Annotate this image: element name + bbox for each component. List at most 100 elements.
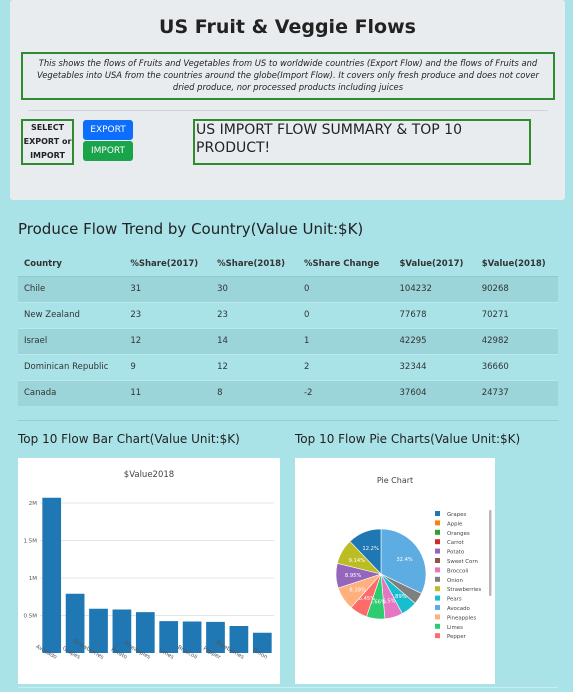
divider (28, 110, 548, 111)
legend-label: Carrot (447, 540, 464, 546)
table-row: New Zealand 23 23 0 77678 70271 (18, 302, 558, 328)
slice-label: 9.14% (349, 558, 366, 564)
legend-swatch (435, 614, 440, 620)
chart-title: $Value2018 (124, 470, 174, 480)
legend-label: Pineapples (447, 615, 476, 621)
summary-title: US IMPORT FLOW SUMMARY & TOP 10 PRODUCT! (193, 119, 531, 165)
legend-swatch (435, 520, 440, 526)
table-row: Canada 11 8 -2 37604 24737 (18, 380, 558, 406)
table-cell: Chile (24, 284, 46, 294)
table-cell: 9 (130, 362, 136, 372)
legend-swatch (435, 623, 440, 629)
column-header[interactable]: %Share(2018) (211, 252, 298, 277)
table-cell: 42982 (481, 336, 509, 346)
legend-swatch (435, 595, 440, 601)
y-tick-label: 1M (29, 576, 37, 582)
table-header-row: Country %Share(2017) %Share(2018) %Share… (18, 252, 558, 277)
trend-table: Country %Share(2017) %Share(2018) %Share… (18, 252, 558, 406)
trend-title: Produce Flow Trend by Country(Value Unit… (18, 220, 364, 238)
slice-label: 32.4% (396, 557, 413, 563)
column-header[interactable]: %Share Change (297, 252, 394, 277)
legend-swatch (435, 567, 440, 573)
legend-label: Avocado (447, 606, 470, 612)
column-header[interactable]: $Value(2017) (393, 252, 476, 277)
slice-label: 8.39% (349, 587, 366, 593)
bar-chart-card: $Value2018 2M 1.5M 1M 0.5M Avocado Grapes Straw… (18, 458, 280, 684)
slice-label: 6.45% (359, 596, 376, 602)
legend-label: Broccoli (447, 568, 468, 574)
table-cell: 0 (303, 310, 310, 320)
table-cell: 0 (303, 284, 310, 294)
table-cell: 90268 (481, 284, 509, 294)
legend-swatch (435, 529, 440, 535)
table-cell: 11 (130, 388, 142, 399)
legend-swatch (435, 548, 440, 554)
y-tick-label: 0.5M (24, 614, 38, 620)
table-cell: 24737 (481, 388, 509, 399)
divider (18, 420, 558, 421)
legend-label: Potato (447, 550, 464, 556)
bar (135, 612, 155, 653)
legend-swatch (435, 576, 440, 582)
y-tick-label: 2M (29, 501, 37, 507)
table-cell: Dominican Republic (24, 362, 109, 372)
legend-label: Onion (447, 578, 463, 584)
select-label-line: EXPORT or (23, 137, 72, 146)
table-cell: 12 (130, 336, 142, 346)
legend-label: Strawberries (447, 587, 481, 593)
table-cell: 23 (130, 310, 142, 320)
table-cell: 32344 (399, 362, 427, 372)
legend-swatch (435, 633, 440, 639)
table-row: Chile 31 30 0 104232 90268 (18, 276, 558, 302)
bar-chart-title: Top 10 Flow Bar Chart(Value Unit:$K) (18, 432, 240, 446)
table-cell: 14 (217, 336, 228, 346)
import-button[interactable]: IMPORT (83, 141, 133, 161)
table-cell: 12 (217, 362, 228, 372)
table-cell: 31 (130, 284, 142, 294)
table-cell: 8 (217, 388, 223, 399)
export-button[interactable]: EXPORT (83, 120, 133, 140)
bar-chart: $Value20182M1.5M1M0.5MAvocado GrapesStraw… (24, 470, 274, 661)
column-header[interactable]: %Share(2017) (124, 252, 212, 277)
pie-chart-card: Pie Chart 32.4% 5.89% 6.5% 6.66% 6.45% 8.39% 8.… (295, 458, 495, 684)
table-cell: 37604 (399, 388, 427, 399)
slice-label: 8.95% (345, 573, 362, 579)
table-cell: 30 (217, 284, 228, 294)
table-cell: 77678 (399, 310, 427, 320)
chart-title: Pie Chart (377, 476, 413, 485)
divider (18, 687, 558, 688)
legend-swatch (435, 586, 440, 592)
legend-label: Oranges (447, 531, 470, 537)
table-cell: 70271 (481, 310, 509, 320)
legend-swatch (435, 605, 440, 610)
pie-chart: Pie Chart32.4%5.89%6.5%6.66%6.45%8.39%8.… (335, 476, 492, 640)
header-panel: US Fruit & Veggie Flows This shows the f… (10, 0, 565, 200)
bar (42, 497, 62, 653)
legend-label: Sweet Corn (447, 559, 478, 565)
legend-label: Limes (447, 625, 463, 631)
slice-label: 12.2% (362, 546, 379, 552)
column-header[interactable]: Country (18, 252, 125, 277)
table-cell: New Zealand (24, 310, 80, 320)
column-header[interactable]: $Value(2018) (475, 252, 558, 277)
y-tick-label: 1.5M (24, 539, 38, 545)
legend-swatch (435, 539, 440, 545)
table-cell: Israel (24, 336, 48, 346)
legend-swatch (435, 511, 440, 516)
table-cell: Canada (24, 388, 57, 399)
legend-label: Grapes (447, 512, 466, 518)
legend-label: Pepper (447, 634, 467, 640)
legend-swatch (435, 558, 440, 563)
table-cell: 104232 (399, 284, 432, 294)
legend-label: Apple (447, 521, 463, 527)
legend-scrollbar (489, 510, 492, 596)
select-label-line: IMPORT (30, 151, 65, 160)
select-label-line: SELECT (30, 123, 65, 132)
table-cell: 42295 (399, 336, 427, 346)
page-title: US Fruit & Veggie Flows (159, 16, 416, 38)
table-cell: 2 (303, 362, 310, 372)
table-row: Dominican Republic 9 12 2 32344 36660 (18, 354, 558, 380)
legend-label: Pears (447, 597, 462, 603)
table-cell: 23 (217, 310, 228, 320)
table-cell: -2 (303, 388, 313, 399)
